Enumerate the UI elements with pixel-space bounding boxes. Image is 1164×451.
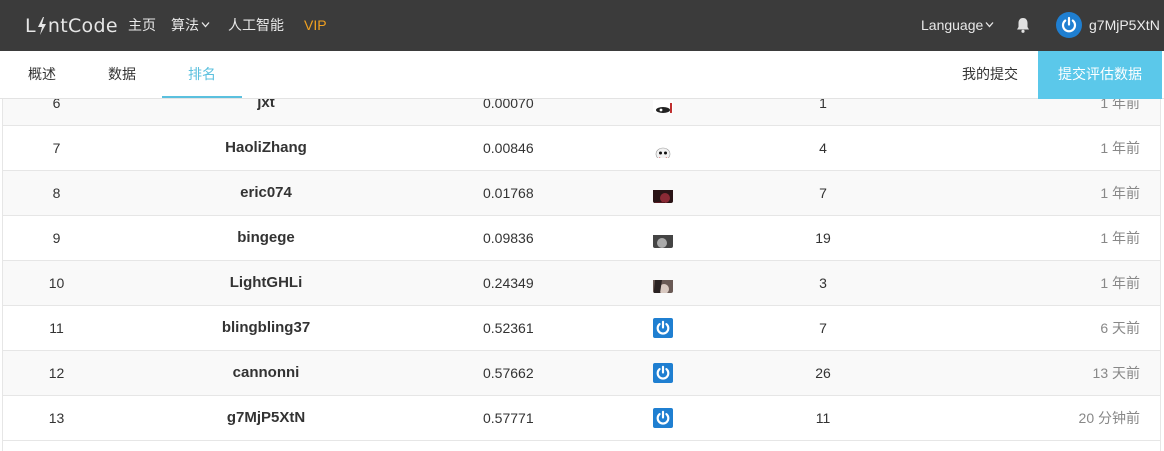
avatar[interactable]	[653, 273, 673, 293]
nav-algorithms[interactable]: 算法	[171, 16, 210, 34]
power-icon[interactable]	[653, 363, 673, 383]
my-submissions-link[interactable]: 我的提交	[962, 51, 1018, 98]
username: g7MjP5XtN	[1089, 17, 1160, 33]
language-dropdown[interactable]: Language	[921, 16, 994, 34]
table-row: 11 blingbling37 0.52361 7 6 天前	[3, 306, 1160, 351]
table-row: 13 g7MjP5XtN 0.57771 11 20 分钟前	[3, 396, 1160, 441]
time-cell: 1 年前	[1100, 99, 1140, 111]
avatar[interactable]	[653, 138, 673, 158]
username-cell[interactable]: blingbling37	[166, 306, 366, 350]
username-cell[interactable]: eric074	[166, 171, 366, 215]
score-cell: 0.09836	[483, 230, 534, 246]
tab-data[interactable]: 数据	[82, 51, 162, 98]
time-cell: 6 天前	[1100, 320, 1140, 336]
active-tab-indicator	[162, 96, 242, 98]
tab-leaderboard[interactable]: 排名	[162, 51, 242, 98]
user-menu[interactable]: g7MjP5XtN	[1056, 12, 1160, 38]
username-cell[interactable]: LightGHLi	[166, 261, 366, 305]
score-cell: 0.01768	[483, 185, 534, 201]
power-icon[interactable]	[653, 408, 673, 428]
lintcode-logo[interactable]: LntCode	[25, 14, 118, 38]
time-cell: 1 年前	[1100, 140, 1140, 156]
nav-ai[interactable]: 人工智能	[228, 16, 284, 34]
top-navbar: LntCode 主页 算法 人工智能 VIP Language g7MjP5Xt…	[0, 0, 1164, 51]
score-cell: 0.00070	[483, 99, 534, 111]
score-cell: 0.24349	[483, 275, 534, 291]
logo-text: L	[25, 15, 36, 37]
submission-count-cell: 7	[819, 185, 827, 201]
table-row: 8 eric074 0.01768 7 1 年前	[3, 171, 1160, 216]
submission-count-cell: 7	[819, 320, 827, 336]
rank-cell: 12	[48, 365, 65, 381]
submit-evaluation-button[interactable]: 提交评估数据	[1038, 51, 1162, 99]
username-cell[interactable]: HaoliZhang	[166, 126, 366, 170]
chevron-down-icon	[985, 22, 994, 28]
nav-vip[interactable]: VIP	[304, 16, 327, 34]
score-cell: 0.57662	[483, 365, 534, 381]
rank-cell: 8	[52, 185, 61, 201]
submission-count-cell: 11	[815, 410, 831, 426]
table-row: 9 bingege 0.09836 19 1 年前	[3, 216, 1160, 261]
table-row: 7 HaoliZhang 0.00846 4 1 年前	[3, 126, 1160, 171]
tab-overview[interactable]: 概述	[2, 51, 82, 98]
username-cell[interactable]: g7MjP5XtN	[166, 396, 366, 440]
rank-cell: 13	[48, 410, 65, 426]
submission-count-cell: 1	[819, 99, 827, 111]
power-icon	[1061, 16, 1077, 33]
submission-count-cell: 3	[819, 275, 827, 291]
sub-navigation: 概述 数据 排名 我的提交 提交评估数据	[0, 51, 1164, 99]
rank-cell: 11	[49, 320, 64, 336]
rank-cell: 9	[52, 230, 61, 246]
username-cell[interactable]: bingege	[166, 216, 366, 260]
avatar[interactable]	[653, 99, 673, 113]
time-cell: 1 年前	[1100, 275, 1140, 291]
avatar[interactable]	[653, 183, 673, 203]
time-cell: 1 年前	[1100, 185, 1140, 201]
submission-count-cell: 4	[819, 140, 827, 156]
nav-home[interactable]: 主页	[128, 16, 156, 34]
score-cell: 0.00846	[483, 140, 534, 156]
username-cell[interactable]: jxt	[166, 99, 366, 125]
chevron-down-icon	[201, 22, 210, 28]
time-cell: 20 分钟前	[1078, 410, 1140, 426]
score-cell: 0.57771	[483, 410, 534, 426]
submission-count-cell: 19	[815, 230, 831, 246]
time-cell: 1 年前	[1100, 230, 1140, 246]
bell-icon[interactable]	[1014, 16, 1032, 34]
rank-cell: 7	[52, 140, 61, 156]
table-row: 12 cannonni 0.57662 26 13 天前	[3, 351, 1160, 396]
username-cell[interactable]: cannonni	[166, 351, 366, 395]
lightning-icon	[37, 17, 46, 35]
leaderboard-table: 6 jxt 0.00070 1 1 年前 7 HaoliZhang 0.00846 4 1 年前 8…	[0, 99, 1164, 451]
table-row: 10 LightGHLi 0.24349 3 1 年前	[3, 261, 1160, 306]
avatar[interactable]	[653, 228, 673, 248]
avatar	[1056, 12, 1082, 38]
time-cell: 13 天前	[1092, 365, 1140, 381]
rank-cell: 6	[52, 99, 61, 111]
table-row: 6 jxt 0.00070 1 1 年前	[3, 99, 1160, 126]
score-cell: 0.52361	[483, 320, 534, 336]
power-icon[interactable]	[653, 318, 673, 338]
submission-count-cell: 26	[815, 365, 831, 381]
rank-cell: 10	[48, 275, 65, 291]
